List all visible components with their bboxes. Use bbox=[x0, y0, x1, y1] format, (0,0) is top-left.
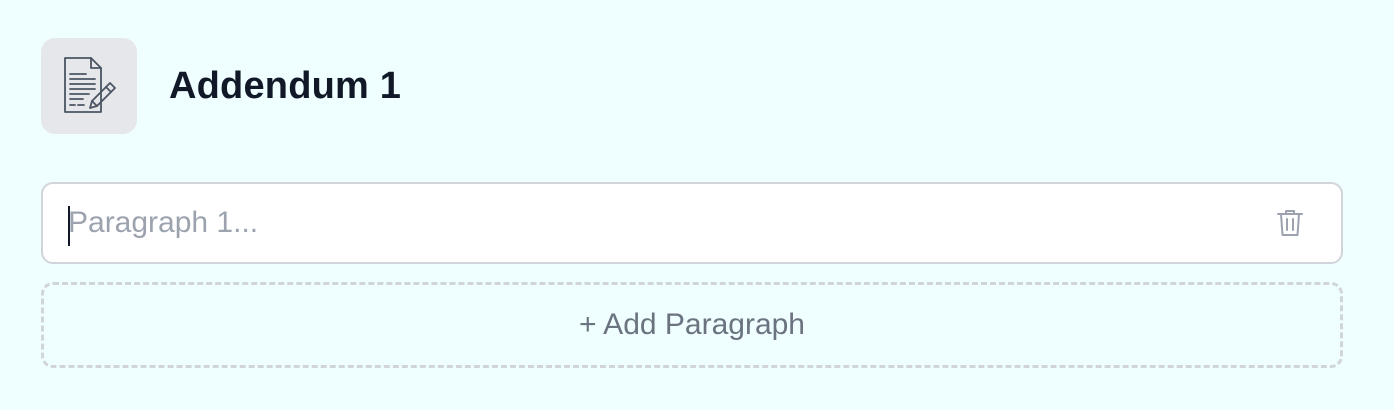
delete-paragraph-button[interactable] bbox=[1272, 205, 1308, 241]
add-paragraph-button[interactable]: + Add Paragraph bbox=[41, 282, 1343, 368]
paragraph-input[interactable] bbox=[43, 184, 1272, 262]
addendum-title: Addendum 1 bbox=[169, 64, 402, 107]
addendum-header: Addendum 1 bbox=[41, 38, 401, 134]
text-caret bbox=[68, 206, 70, 246]
trash-icon bbox=[1277, 210, 1303, 236]
document-edit-icon bbox=[41, 38, 137, 134]
paragraph-field bbox=[41, 182, 1343, 264]
